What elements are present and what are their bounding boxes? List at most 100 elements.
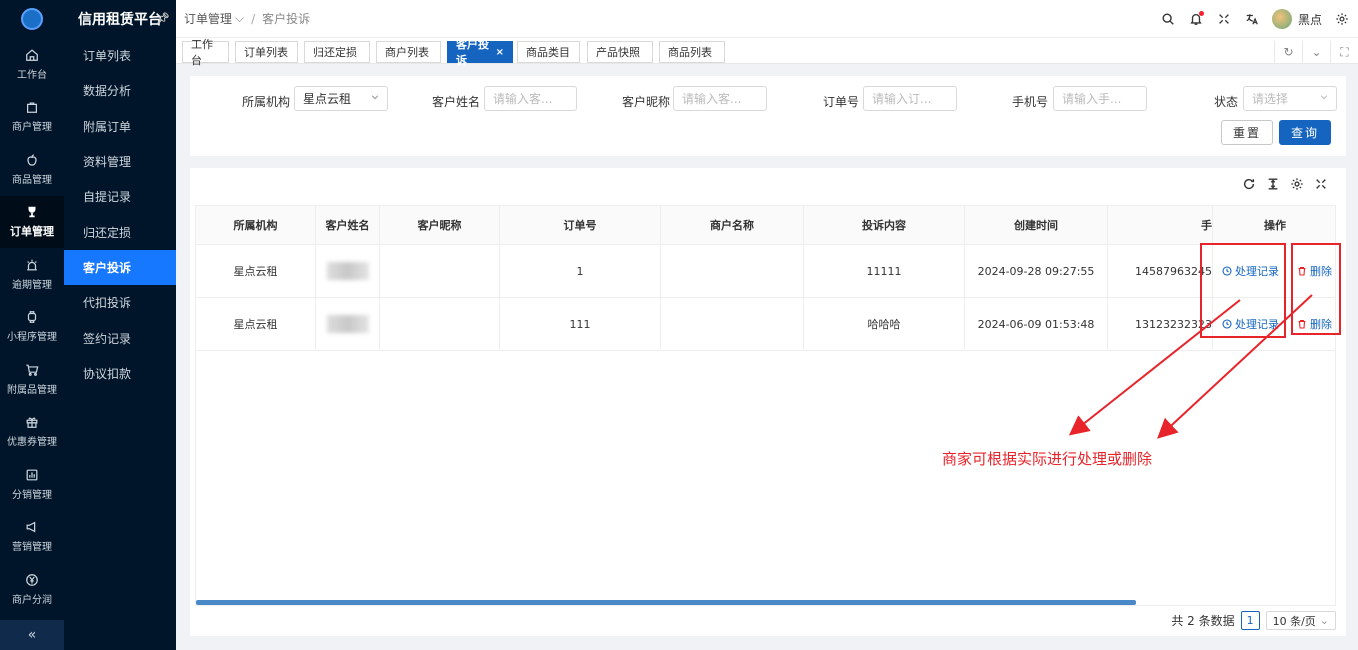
phone-input[interactable]: 请输入手... xyxy=(1053,86,1147,111)
status-label: 状态 xyxy=(1214,95,1239,109)
chart-icon xyxy=(26,469,38,481)
tab-workbench[interactable]: 工作台 xyxy=(182,38,229,67)
sub-item-withhold-complaints[interactable]: 代扣投诉 xyxy=(64,285,176,320)
sub-item-pickup[interactable]: 自提记录 xyxy=(64,179,176,214)
order-input[interactable]: 请输入订... xyxy=(863,86,957,111)
fullscreen-icon[interactable] xyxy=(1216,11,1232,27)
tab-merchant-list[interactable]: 商户列表 xyxy=(376,41,441,63)
rail-label: 工作台 xyxy=(17,69,47,81)
rail-item-profit[interactable]: 商户分润 xyxy=(0,563,64,616)
tab-goods-list[interactable]: 商品列表 xyxy=(659,41,725,63)
cell-nick xyxy=(380,298,500,350)
rail-item-miniprogram[interactable]: 小程序管理 xyxy=(0,301,64,354)
cell-merchant xyxy=(661,245,804,297)
sub-item-return-damage[interactable]: 归还定损 xyxy=(64,214,176,249)
collapse-button[interactable]: « xyxy=(0,620,64,650)
query-button[interactable]: 查询 xyxy=(1279,120,1331,145)
tab-tools: ↻ ⌄ ⛶ xyxy=(1274,41,1358,63)
breadcrumb-parent[interactable]: 订单管理 xyxy=(184,10,232,27)
search-icon[interactable] xyxy=(1160,11,1176,27)
yen-icon xyxy=(26,573,38,586)
sub-item-order-list[interactable]: 订单列表 xyxy=(64,38,176,73)
tab-return-damage[interactable]: 归还定损 xyxy=(304,41,370,63)
name-input[interactable]: 请输入客... xyxy=(484,86,577,111)
tab-goods-category[interactable]: 商品类目 xyxy=(517,41,580,63)
column-header[interactable]: 创建时间 xyxy=(965,206,1108,244)
brand-text: 信用租赁平台 xyxy=(78,12,162,28)
apple-icon xyxy=(27,153,37,166)
column-header[interactable]: 客户姓名 xyxy=(316,206,380,244)
rail-item-order[interactable]: 订单管理 xyxy=(0,195,64,248)
chevron-down-icon[interactable]: ⌄ xyxy=(1302,41,1330,63)
tab-order-list[interactable]: 订单列表 xyxy=(235,41,298,63)
org-select[interactable]: 星点云租 xyxy=(294,86,388,111)
rail-label: 优惠券管理 xyxy=(7,437,57,449)
page-size-select[interactable]: 10 条/页 ⌄ xyxy=(1265,611,1336,630)
user-name[interactable]: 黑点 xyxy=(1298,11,1322,28)
phone-input-placeholder: 请输入手... xyxy=(1062,92,1122,106)
cart-icon xyxy=(26,364,39,376)
rail-item-distribution[interactable]: 分销管理 xyxy=(0,458,64,511)
rail-item-coupon[interactable]: 优惠券管理 xyxy=(0,406,64,459)
refresh-icon[interactable]: ↻ xyxy=(1274,41,1302,63)
status-select[interactable]: 请选择 xyxy=(1243,86,1337,111)
cell-merchant xyxy=(661,298,804,350)
sub-item-agreement-deduct[interactable]: 协议扣款 xyxy=(64,356,176,391)
total-count: 共 2 条数据 xyxy=(1171,614,1235,628)
status-select-placeholder: 请选择 xyxy=(1252,92,1289,106)
tab-label: 商品列表 xyxy=(668,46,712,59)
pin-icon[interactable]: 📌︎ xyxy=(156,12,170,25)
data-table: 所属机构 客户姓名 客户昵称 订单号 商户名称 投诉内容 创建时间 手 星点云租… xyxy=(195,205,1336,606)
annotation-box-delete xyxy=(1291,243,1341,335)
avatar[interactable] xyxy=(1271,9,1292,29)
logo-icon xyxy=(21,8,43,30)
column-header[interactable]: 客户昵称 xyxy=(380,206,500,244)
rail-item-accessory[interactable]: 附属品管理 xyxy=(0,353,64,406)
reset-button[interactable]: 重置 xyxy=(1221,120,1273,145)
rail-label: 商户管理 xyxy=(12,122,52,134)
brand-title: 信用租赁平台 📌︎ xyxy=(64,0,176,38)
rail-label: 分销管理 xyxy=(12,489,52,501)
cell-nick xyxy=(380,245,500,297)
sub-item-complaints[interactable]: 客户投诉 xyxy=(64,249,176,286)
nick-input[interactable]: 请输入客... xyxy=(673,86,767,111)
home-icon xyxy=(26,49,38,61)
rail-item-workbench[interactable]: 工作台 xyxy=(0,38,64,91)
horizontal-scrollbar[interactable] xyxy=(196,600,1136,605)
gear-icon[interactable] xyxy=(1334,11,1350,27)
phone-label: 手机号 xyxy=(1012,95,1049,109)
chevron-down-icon: ⌄ xyxy=(1319,614,1329,627)
translate-icon[interactable] xyxy=(1244,11,1260,27)
table-row: 星点云租 1 11111 2024-09-28 09:27:55 1458796… xyxy=(196,245,1335,298)
rail-label: 订单管理 xyxy=(10,224,54,238)
maximize-icon[interactable]: ⛶ xyxy=(1330,41,1358,63)
rail-item-merchant[interactable]: 商户管理 xyxy=(0,91,64,144)
alarm-icon xyxy=(27,259,37,271)
fullscreen-icon[interactable] xyxy=(1314,177,1328,191)
sub-item-data-analysis[interactable]: 数据分析 xyxy=(64,73,176,108)
table-row: 星点云租 111 哈哈哈 2024-06-09 01:53:48 1312323… xyxy=(196,298,1335,351)
close-icon[interactable]: × xyxy=(496,47,504,58)
column-height-icon[interactable] xyxy=(1266,177,1280,191)
sub-item-sign-records[interactable]: 签约记录 xyxy=(64,320,176,355)
redacted-name xyxy=(326,262,369,280)
logo[interactable] xyxy=(0,0,64,38)
sub-item-sub-orders[interactable]: 附属订单 xyxy=(64,109,176,144)
gear-icon[interactable] xyxy=(1290,177,1304,191)
tab-complaints[interactable]: 客户投诉 × xyxy=(447,38,513,67)
sub-item-documents[interactable]: 资料管理 xyxy=(64,144,176,179)
column-header[interactable]: 所属机构 xyxy=(196,206,316,244)
column-header[interactable]: 投诉内容 xyxy=(804,206,965,244)
rail-item-marketing[interactable]: 营销管理 xyxy=(0,511,64,564)
name-label: 客户姓名 xyxy=(432,95,481,109)
refresh-icon[interactable] xyxy=(1242,177,1256,191)
rail-item-goods[interactable]: 商品管理 xyxy=(0,143,64,196)
column-header[interactable]: 手 xyxy=(1108,206,1212,244)
tab-product-snapshot[interactable]: 产品快照 xyxy=(587,41,653,63)
column-header[interactable]: 订单号 xyxy=(500,206,661,244)
page-number[interactable]: 1 xyxy=(1240,611,1260,630)
tab-bar: 工作台 订单列表 归还定损 商户列表 客户投诉 × 商品类目 产品快照 商品列表 … xyxy=(176,38,1358,67)
rail-item-overdue[interactable]: 逾期管理 xyxy=(0,248,64,301)
bell-icon[interactable] xyxy=(1188,11,1204,27)
column-header[interactable]: 商户名称 xyxy=(661,206,804,244)
